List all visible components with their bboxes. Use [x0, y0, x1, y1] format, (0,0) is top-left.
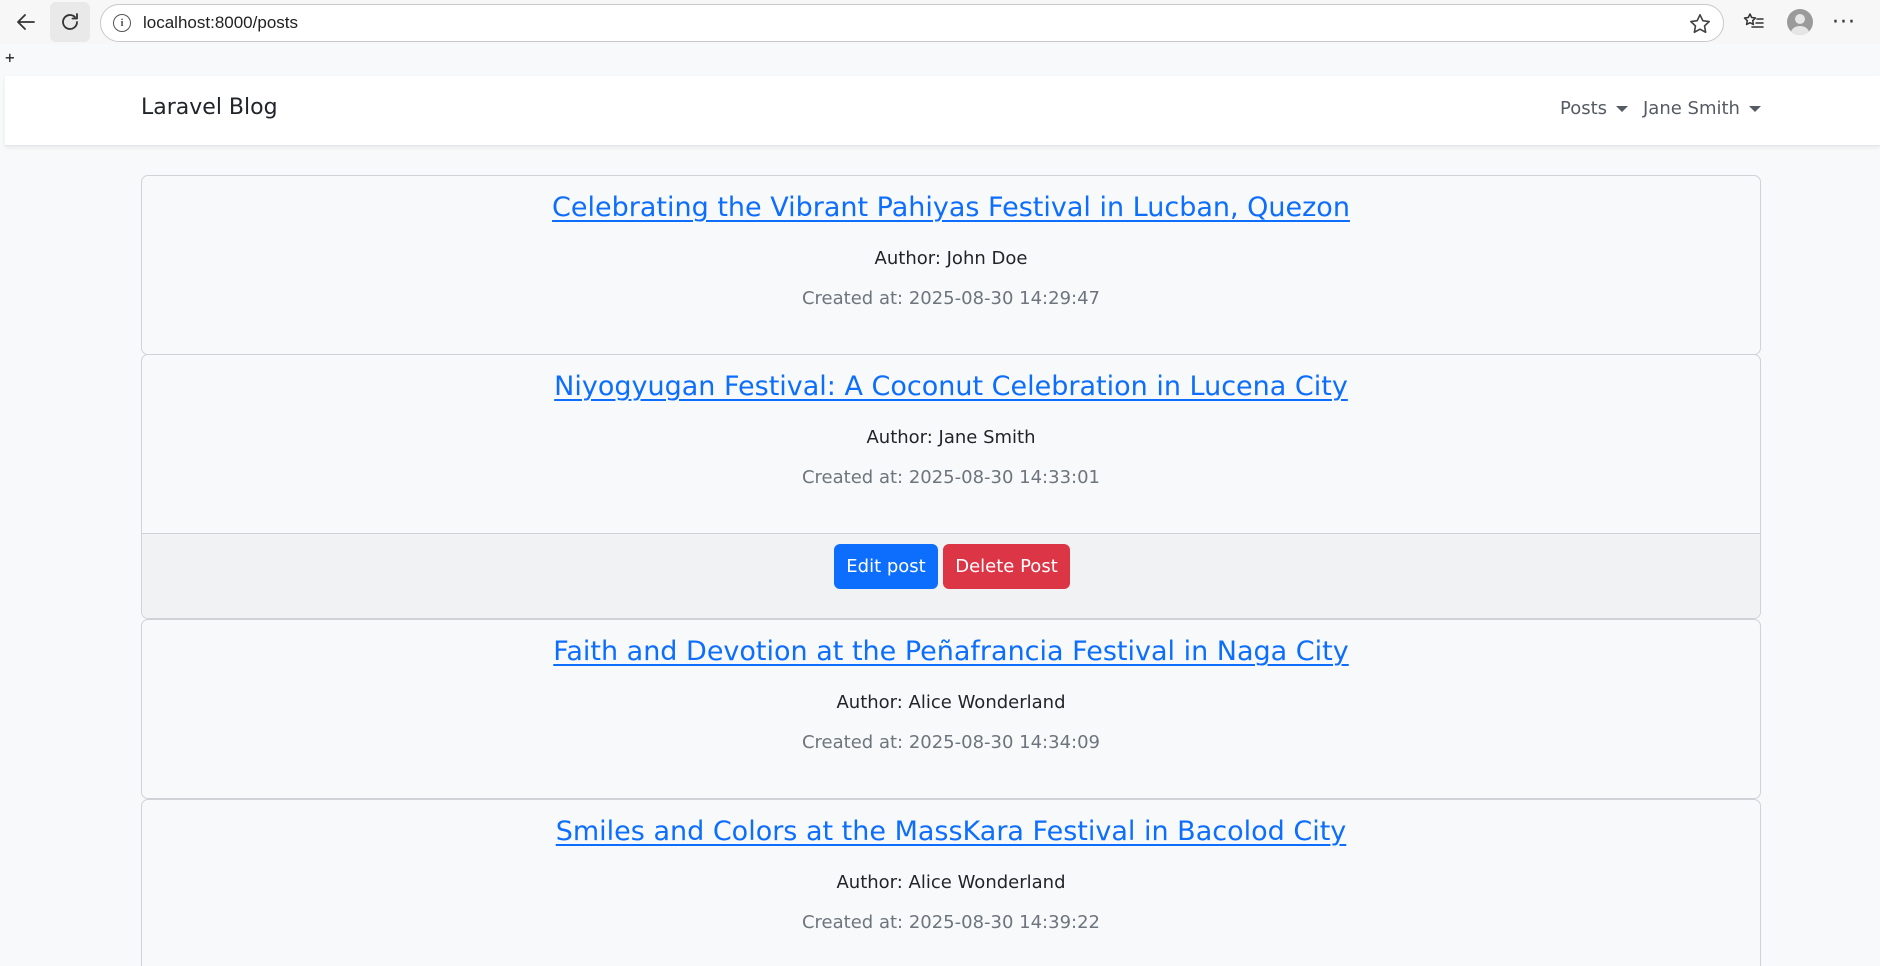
post-card-body: Celebrating the Vibrant Pahiyas Festival… [142, 176, 1760, 354]
settings-more-button[interactable]: ··· [1824, 2, 1864, 42]
post-title-link[interactable]: Faith and Devotion at the Peñafrancia Fe… [142, 636, 1760, 667]
site-navbar: Laravel Blog Posts Jane Smith [5, 76, 1880, 146]
favorites-button[interactable] [1734, 2, 1774, 42]
post-card-body: Niyogyugan Festival: A Coconut Celebrati… [142, 355, 1760, 533]
post-title-link[interactable]: Smiles and Colors at the MassKara Festiv… [142, 816, 1760, 847]
posts-dropdown-label: Posts [1560, 98, 1608, 119]
star-icon[interactable] [1687, 11, 1713, 37]
user-dropdown[interactable]: Jane Smith [1643, 98, 1761, 119]
brand-link[interactable]: Laravel Blog [141, 95, 278, 120]
post-created-at: Created at: 2025-08-30 14:34:09 [801, 732, 1100, 753]
post-card-body: Faith and Devotion at the Peñafrancia Fe… [142, 620, 1760, 798]
edit-post-button[interactable]: Edit post [834, 544, 938, 589]
caret-down-icon [1748, 105, 1761, 112]
more-dots-icon: ··· [1832, 9, 1856, 35]
site-info-icon[interactable]: i [113, 14, 131, 32]
url-text[interactable]: localhost:8000/posts [143, 13, 298, 33]
profile-avatar-icon [1787, 9, 1813, 35]
post-created-at: Created at: 2025-08-30 14:29:47 [801, 288, 1100, 309]
address-bar[interactable]: i localhost:8000/posts [100, 4, 1724, 42]
delete-post-button[interactable]: Delete Post [943, 544, 1070, 589]
browser-toolbar: i localhost:8000/posts ··· [0, 0, 1880, 44]
plus-glyph: + [5, 48, 15, 67]
post-author: Author: John Doe [874, 248, 1028, 269]
caret-down-icon [1616, 105, 1629, 112]
posts-dropdown[interactable]: Posts [1560, 98, 1629, 119]
reload-icon [62, 13, 78, 30]
profile-button[interactable] [1780, 2, 1820, 42]
post-title-link[interactable]: Niyogyugan Festival: A Coconut Celebrati… [142, 371, 1760, 402]
post-author: Author: Alice Wonderland [836, 692, 1066, 713]
post-card: Smiles and Colors at the MassKara Festiv… [141, 799, 1761, 966]
post-card: Faith and Devotion at the Peñafrancia Fe… [141, 619, 1761, 799]
reload-button[interactable] [50, 2, 90, 42]
post-title-link[interactable]: Celebrating the Vibrant Pahiyas Festival… [142, 192, 1760, 223]
post-card: Niyogyugan Festival: A Coconut Celebrati… [141, 354, 1761, 619]
post-created-at: Created at: 2025-08-30 14:39:22 [801, 912, 1100, 933]
post-author: Author: Alice Wonderland [836, 872, 1066, 893]
post-card: Celebrating the Vibrant Pahiyas Festival… [141, 175, 1761, 355]
post-card-footer: Edit post Delete Post [142, 533, 1760, 618]
post-created-at: Created at: 2025-08-30 14:33:01 [801, 467, 1100, 488]
post-card-body: Smiles and Colors at the MassKara Festiv… [142, 800, 1760, 966]
user-dropdown-label: Jane Smith [1643, 98, 1740, 119]
favorites-list-icon [1743, 13, 1764, 28]
back-button[interactable] [6, 2, 46, 42]
post-author: Author: Jane Smith [866, 427, 1036, 448]
arrow-left-icon [17, 14, 35, 30]
